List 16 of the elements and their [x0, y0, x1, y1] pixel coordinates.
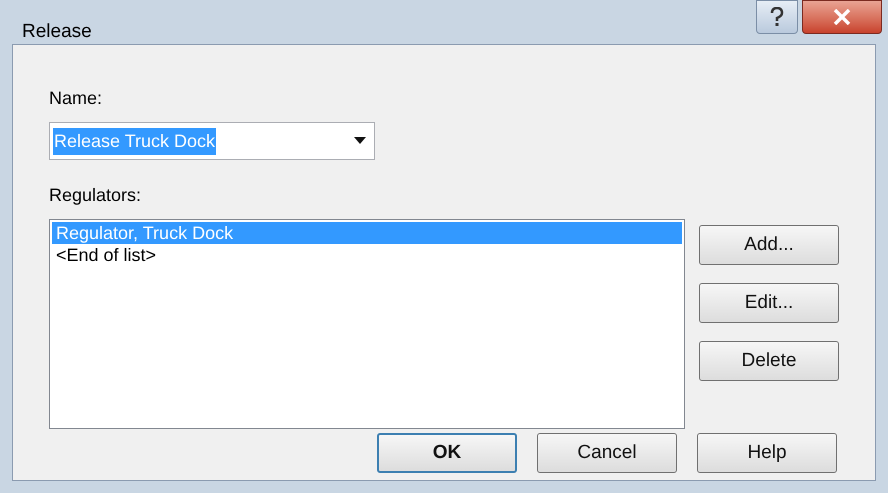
dropdown-arrow-icon	[354, 137, 366, 145]
list-action-button[interactable]: Delete	[699, 341, 839, 381]
regulators-label: Regulators:	[49, 184, 142, 207]
name-label: Name:	[49, 87, 104, 110]
help-icon	[770, 7, 784, 27]
list-action-button[interactable]: Add...	[699, 225, 839, 265]
close-button[interactable]	[802, 0, 882, 34]
close-icon	[833, 9, 851, 25]
dialog-button[interactable]: OK	[377, 433, 517, 473]
name-value: Release Truck Dock	[53, 128, 216, 154]
help-button[interactable]	[756, 0, 798, 34]
dialog-button[interactable]: Help	[697, 433, 837, 473]
window-title: Release	[22, 20, 92, 44]
list-action-button[interactable]: Edit...	[699, 283, 839, 323]
dialog-button[interactable]: Cancel	[537, 433, 677, 473]
list-item[interactable]: <End of list>	[52, 244, 682, 266]
